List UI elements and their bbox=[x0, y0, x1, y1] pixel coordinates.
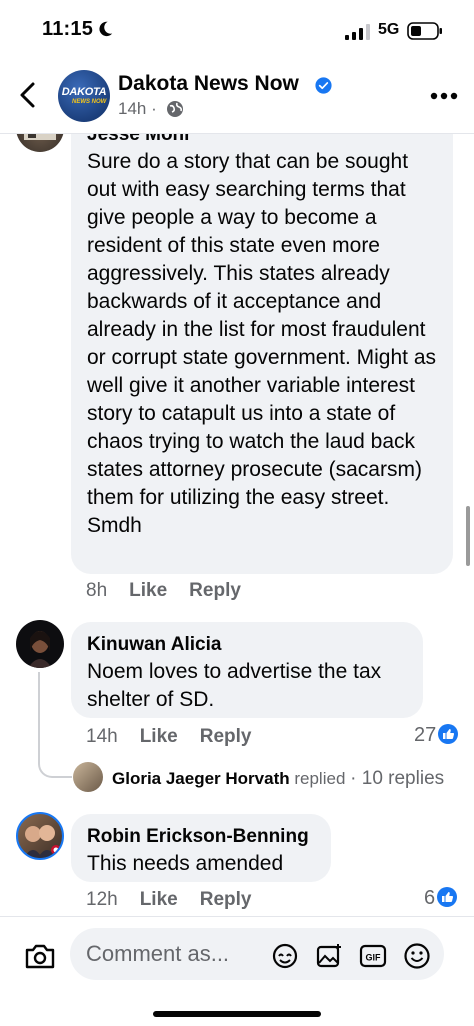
moon-icon bbox=[99, 21, 113, 37]
comment-author[interactable]: Jesse Mohr bbox=[87, 134, 437, 148]
replied-word: replied bbox=[294, 769, 346, 788]
page-name[interactable]: Dakota News Now bbox=[118, 72, 299, 96]
comment-input[interactable]: Comment as... bbox=[70, 928, 444, 980]
avatar[interactable] bbox=[16, 812, 64, 860]
avatar-image bbox=[28, 631, 52, 668]
comment-actions: 8h Like Reply bbox=[86, 580, 263, 602]
reaction-number: 6 bbox=[424, 887, 436, 909]
home-indicator bbox=[153, 1011, 321, 1017]
page-avatar[interactable]: DAKOTA NEWS NOW bbox=[58, 70, 110, 122]
reaction-count[interactable]: 27 bbox=[414, 724, 459, 747]
status-bar: 11:15 5G bbox=[0, 0, 474, 62]
comment-actions: 12h Like Reply bbox=[86, 889, 273, 911]
comment-author[interactable]: Robin Erickson-Benning bbox=[87, 824, 315, 850]
view-replies[interactable]: Gloria Jaeger Horvath replied · 10 repli… bbox=[112, 768, 444, 790]
post-header: DAKOTA NEWS NOW Dakota News Now 14h · bbox=[0, 62, 474, 134]
like-button[interactable]: Like bbox=[129, 580, 167, 601]
camera-icon[interactable] bbox=[24, 942, 56, 970]
comment-text: Sure do a story that can be sought out w… bbox=[87, 150, 436, 537]
comment-bubble[interactable]: Robin Erickson-Benning This needs amende… bbox=[71, 814, 331, 882]
post-meta: 14h · bbox=[118, 99, 157, 119]
meta-dot: · bbox=[151, 99, 157, 118]
thread-line bbox=[38, 672, 72, 778]
scrollbar[interactable] bbox=[466, 506, 470, 566]
back-icon[interactable] bbox=[14, 80, 42, 110]
comments-feed[interactable]: Jesse Mohr Sure do a story that can be s… bbox=[0, 134, 474, 916]
reaction-count[interactable]: 6 bbox=[424, 887, 458, 910]
like-button[interactable]: Like bbox=[140, 726, 178, 747]
avatar[interactable] bbox=[16, 134, 64, 152]
signal-icon bbox=[345, 24, 370, 40]
gallery-icon[interactable] bbox=[315, 942, 343, 970]
post-time: 14h bbox=[118, 99, 147, 118]
replies-count: · 10 replies bbox=[350, 768, 445, 789]
comment-bubble[interactable]: Kinuwan Alicia Noem loves to advertise t… bbox=[71, 622, 423, 718]
comment-composer: Comment as... GIF bbox=[0, 916, 474, 1026]
replier-avatar[interactable] bbox=[73, 762, 103, 792]
reply-button[interactable]: Reply bbox=[189, 580, 241, 601]
avatar-image bbox=[24, 134, 56, 140]
comment-time: 14h bbox=[86, 726, 118, 747]
comment-time: 12h bbox=[86, 889, 118, 910]
logo-top-text: DAKOTA bbox=[61, 86, 107, 98]
svg-text:GIF: GIF bbox=[366, 953, 382, 963]
status-time: 11:15 bbox=[42, 18, 94, 40]
comment-text: This needs amended bbox=[87, 852, 284, 875]
comment-text: Noem loves to advertise the tax shelter … bbox=[87, 660, 382, 711]
avatar[interactable] bbox=[16, 620, 64, 668]
verified-icon bbox=[315, 77, 332, 94]
avatar-sticker-icon[interactable] bbox=[271, 942, 299, 970]
avatar-image bbox=[24, 825, 61, 858]
battery-icon bbox=[407, 22, 442, 40]
comment-actions: 14h Like Reply bbox=[86, 726, 273, 748]
network-label: 5G bbox=[378, 21, 400, 38]
emoji-icon[interactable] bbox=[403, 942, 431, 970]
replier-name: Gloria Jaeger Horvath bbox=[112, 769, 290, 788]
reaction-number: 27 bbox=[414, 724, 437, 746]
like-icon bbox=[437, 887, 458, 907]
like-icon bbox=[438, 724, 459, 744]
reply-button[interactable]: Reply bbox=[200, 726, 252, 747]
comment-bubble[interactable]: Jesse Mohr Sure do a story that can be s… bbox=[71, 134, 453, 574]
more-icon[interactable] bbox=[430, 92, 458, 100]
comment-time: 8h bbox=[86, 580, 108, 601]
reply-button[interactable]: Reply bbox=[200, 889, 252, 910]
logo-bottom-text: NEWS NOW bbox=[72, 99, 107, 105]
globe-icon bbox=[167, 101, 183, 117]
gif-icon[interactable]: GIF bbox=[359, 942, 387, 970]
like-button[interactable]: Like bbox=[140, 889, 178, 910]
comment-placeholder: Comment as... bbox=[86, 941, 230, 966]
comment-author[interactable]: Kinuwan Alicia bbox=[87, 632, 407, 658]
